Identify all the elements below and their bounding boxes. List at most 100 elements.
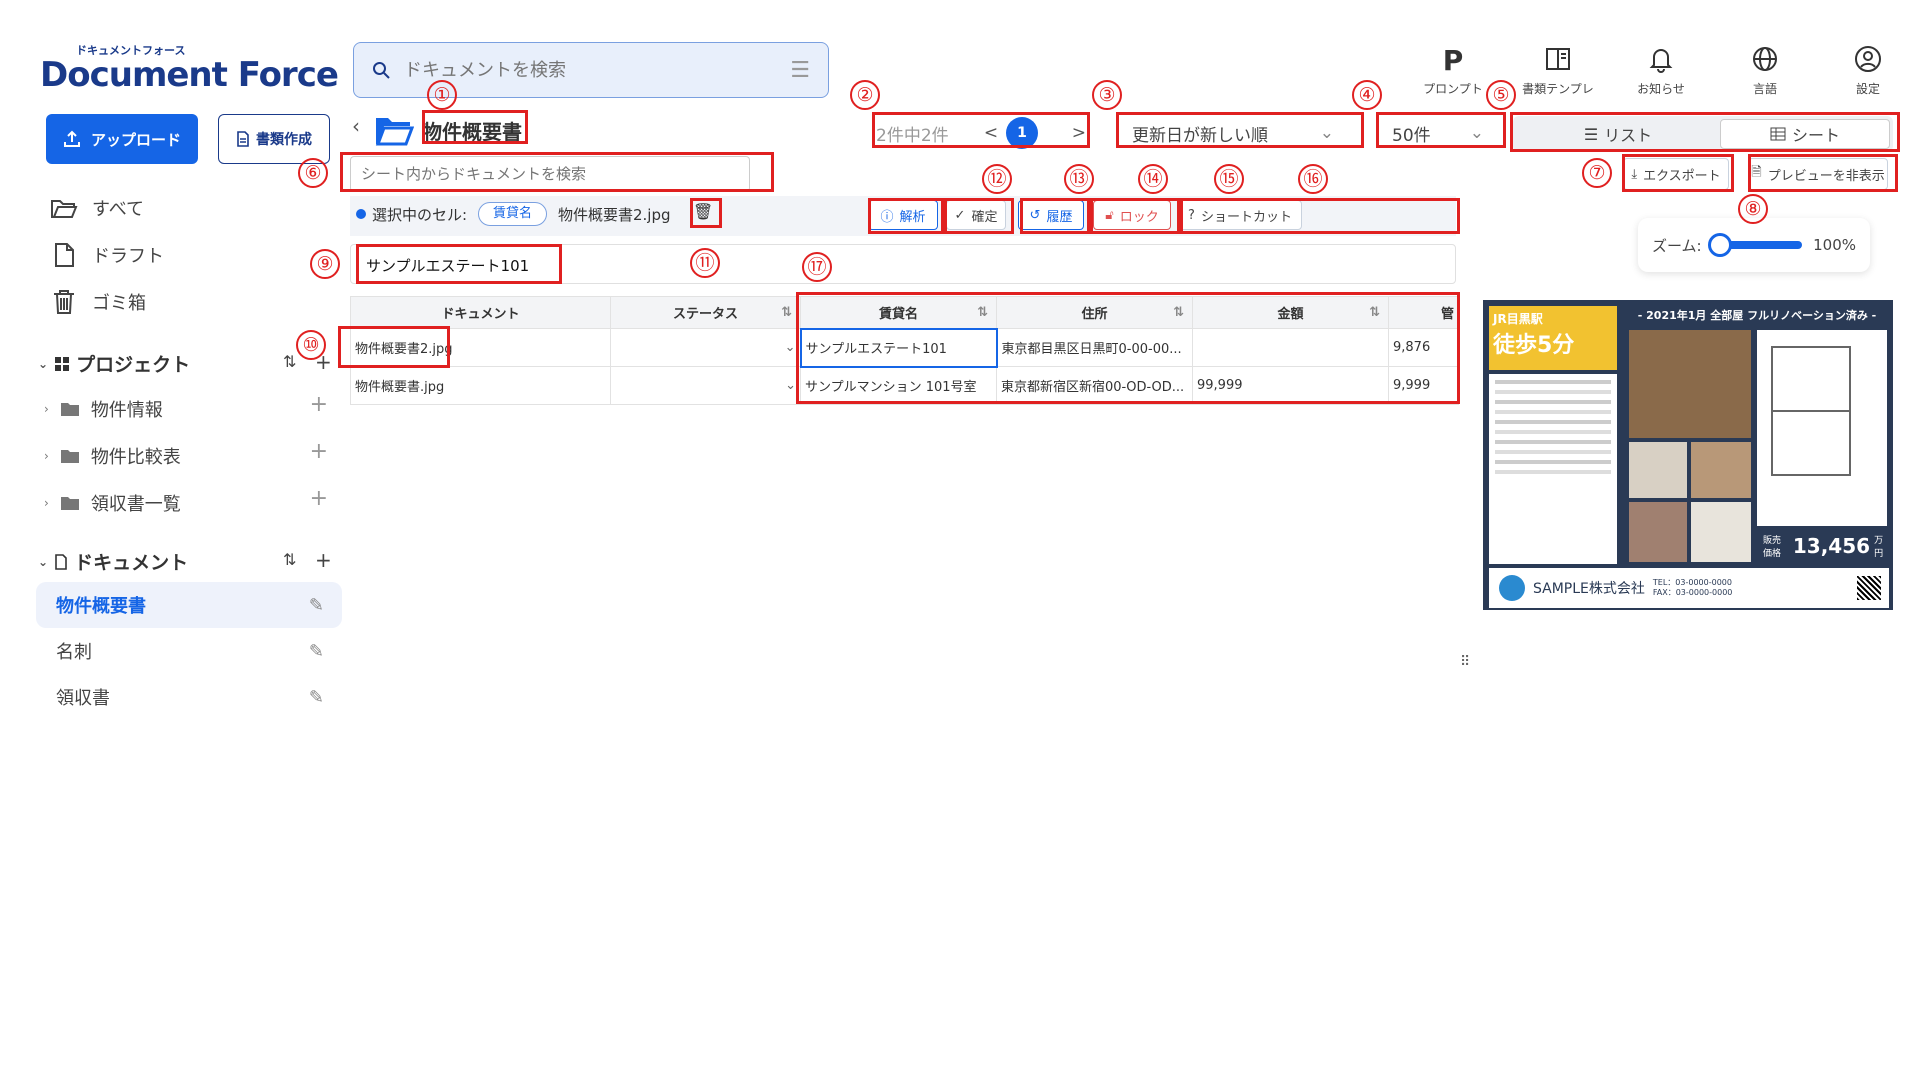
perpage-select[interactable]: 50件 ⌄ (1378, 116, 1498, 150)
folder-icon (60, 402, 79, 416)
sort-icon[interactable]: ⇅ (781, 305, 792, 320)
callout-number: ⑫ (982, 164, 1012, 194)
table-cell[interactable]: 東京都目黒区日黒町0-00-00... (996, 328, 1193, 367)
lock-button[interactable]: 🔓︎ ロック (1093, 200, 1171, 230)
table-cell[interactable]: 9,999 (1388, 366, 1459, 405)
topnav-language[interactable]: 言語 (1720, 44, 1810, 97)
document-item-selected[interactable]: 物件概要書 ✎ (36, 582, 342, 628)
status-cell[interactable]: ⌄ (610, 328, 801, 367)
column-header[interactable]: 管 (1388, 296, 1459, 329)
sort-icon[interactable]: ⇅ (283, 550, 296, 569)
chevron-down-icon: ⌄ (1319, 123, 1334, 143)
prev-page-button[interactable]: < (976, 123, 1006, 143)
hide-preview-button[interactable]: 🗎 プレビューを非表示 (1748, 158, 1888, 190)
table-cell[interactable] (1192, 328, 1389, 367)
view-sheet-label: シート (1791, 126, 1840, 145)
nav-all[interactable]: すべて (50, 194, 144, 222)
table-cell[interactable]: サンプルマンション 101号室 (800, 366, 997, 405)
history-button[interactable]: ↺ 履歴 (1018, 200, 1084, 230)
nav-draft[interactable]: ドラフト (50, 241, 164, 269)
document-item[interactable]: 領収書 ✎ (36, 674, 342, 720)
zoom-slider[interactable] (1707, 233, 1802, 257)
folder-open-icon (374, 114, 414, 146)
column-header[interactable]: 金額 ⇅ (1192, 296, 1389, 329)
column-header-label: 金額 (1277, 307, 1304, 322)
preview-price: 販売価格 13,456 万円 (1757, 530, 1887, 562)
callout-number: ⑬ (1064, 164, 1094, 194)
column-header[interactable]: 住所 ⇅ (996, 296, 1193, 329)
selected-file-name: 物件概要書2.jpg (558, 206, 671, 224)
trash-icon[interactable]: 🗑 (693, 202, 713, 221)
column-header[interactable]: ドキュメント (350, 296, 611, 329)
table-cell[interactable]: サンプルエステート101 (799, 327, 998, 368)
project-item[interactable]: › 物件比較表 (44, 443, 181, 469)
table-icon (1770, 127, 1786, 141)
create-document-button[interactable]: 書類作成 (218, 114, 330, 164)
pencil-icon[interactable]: ✎ (309, 687, 324, 708)
menu-icon[interactable]: ☰ (790, 58, 810, 83)
table-row[interactable]: 物件概要書.jpg ⌄ サンプルマンション 101号室 東京都新宿区新宿00-O… (350, 366, 1459, 405)
add-document-icon[interactable]: + (315, 548, 332, 572)
sort-icon[interactable]: ⇅ (283, 352, 296, 371)
table-cell[interactable]: 東京都新宿区新宿00-OD-OD... (996, 366, 1193, 405)
chevron-down-icon: ⌄ (1469, 123, 1484, 143)
topnav-prompt[interactable]: P プロンプト (1408, 44, 1498, 97)
view-list-button[interactable]: ☰ リスト (1516, 119, 1720, 149)
nav-trash-label: ゴミ箱 (92, 293, 146, 314)
upload-button[interactable]: アップロード (46, 114, 198, 164)
table-cell[interactable]: 物件概要書.jpg (350, 366, 611, 405)
confirm-button[interactable]: ✓ 確定 (946, 200, 1006, 230)
add-icon[interactable]: + (310, 392, 328, 417)
project-section-header[interactable]: ⌄ プロジェクト (38, 350, 190, 377)
column-header-label: ステータス (672, 307, 738, 322)
sort-icon[interactable]: ⇅ (1369, 305, 1380, 320)
add-icon[interactable]: + (310, 486, 328, 511)
column-header[interactable]: ステータス ⇅ (610, 296, 801, 329)
sort-select[interactable]: 更新日が新しい順 ⌄ (1118, 116, 1348, 150)
selection-label: 選択中のセル: (372, 206, 468, 224)
document-section-header[interactable]: ⌄ ドキュメント (38, 548, 188, 575)
pencil-icon[interactable]: ✎ (309, 641, 324, 662)
preview-tel: TEL：03-0000-0000 (1652, 578, 1732, 587)
table-cell[interactable]: 9,876 (1388, 328, 1459, 367)
cell-value[interactable]: サンプルエステート101 (366, 255, 529, 276)
pencil-icon[interactable]: ✎ (309, 595, 324, 616)
nav-trash[interactable]: ゴミ箱 (50, 288, 146, 316)
sort-icon[interactable]: ⇅ (1173, 305, 1184, 320)
topnav-settings[interactable]: 設定 (1823, 44, 1913, 97)
table-row[interactable]: 物件概要書2.jpg ⌄ サンプルエステート101 東京都目黒区日黒町0-00-… (350, 327, 1459, 368)
preview-headline: - 2021年1月 全部屋 フルリノベーション済み - (1637, 309, 1877, 322)
preview-price-unit: 万円 (1874, 536, 1884, 559)
table-cell[interactable]: 99,999 (1192, 366, 1389, 405)
export-button[interactable]: ⤓ エクスポート (1623, 158, 1729, 190)
data-table: ドキュメント ステータス ⇅ 賃貸名 ⇅ 住所 ⇅ 金額 ⇅ 管 物件概要書2.jpg … (350, 296, 1459, 405)
project-item[interactable]: › 物件情報 (44, 396, 163, 422)
topnav-template[interactable]: 書類テンプレ (1513, 44, 1603, 97)
project-section-title: プロジェクト (76, 354, 191, 376)
column-header[interactable]: 賃貸名 ⇅ (800, 296, 997, 329)
search-input[interactable] (404, 59, 777, 81)
sheet-search[interactable] (350, 156, 750, 192)
view-sheet-button[interactable]: シート (1720, 119, 1890, 149)
create-label: 書類作成 (256, 132, 312, 148)
search-bar[interactable]: ☰ (353, 42, 829, 98)
document-item[interactable]: 名刺 ✎ (36, 628, 342, 674)
nav-draft-label: ドラフト (92, 246, 164, 267)
shortcut-button[interactable]: ? ショートカット (1178, 200, 1302, 230)
resize-handle[interactable]: ⠿ (1460, 654, 1470, 670)
folder-open-icon (50, 194, 78, 222)
page-1-button[interactable]: 1 (1006, 117, 1038, 149)
zoom-slider-handle[interactable] (1707, 233, 1732, 257)
topnav-notice[interactable]: お知らせ (1616, 44, 1706, 97)
table-cell[interactable]: 物件概要書2.jpg (350, 328, 611, 367)
sheet-search-input[interactable] (361, 165, 739, 183)
back-chevron-icon[interactable]: ‹ (352, 114, 360, 138)
next-page-button[interactable]: > (1038, 123, 1086, 143)
project-item[interactable]: › 領収書一覧 (44, 490, 181, 516)
callout-number: ⑪ (690, 248, 720, 278)
sort-icon[interactable]: ⇅ (977, 305, 988, 320)
status-cell[interactable]: ⌄ (610, 366, 801, 405)
add-icon[interactable]: + (310, 439, 328, 464)
analyze-button[interactable]: ⓘ 解析 (868, 200, 938, 230)
zoom-control: ズーム: 100% (1638, 218, 1870, 272)
